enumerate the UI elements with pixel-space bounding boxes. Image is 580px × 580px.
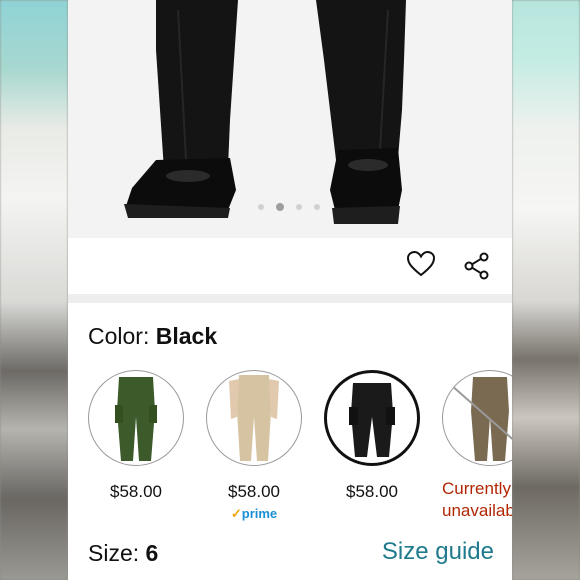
gallery-dot-active[interactable] bbox=[276, 203, 284, 211]
prime-check-icon: ✓ bbox=[230, 506, 242, 521]
product-action-bar bbox=[68, 238, 512, 294]
gallery-dot[interactable] bbox=[314, 204, 320, 210]
swatch-price: $58.00 bbox=[110, 482, 162, 501]
unavailable-line-1: Currently bbox=[442, 479, 511, 498]
swatch-price: $58.00 bbox=[346, 482, 398, 501]
gallery-dot[interactable] bbox=[296, 204, 302, 210]
color-label-text: Color: bbox=[88, 323, 150, 349]
unavailable-line-2: unavailable bbox=[442, 501, 512, 520]
swatch-image-khaki bbox=[206, 370, 302, 466]
background-left-panel bbox=[0, 0, 68, 580]
product-page: Color: Black $58.00 $58.00 ✓prime $58.00… bbox=[68, 0, 512, 580]
swatch-image-brown bbox=[442, 370, 512, 466]
background-right-panel bbox=[512, 0, 580, 580]
prime-badge: ✓prime bbox=[206, 506, 302, 522]
color-label: Color: Black bbox=[88, 323, 217, 350]
heart-icon bbox=[406, 250, 436, 277]
gallery-pagination bbox=[258, 203, 320, 211]
product-image-gallery[interactable] bbox=[68, 0, 512, 238]
color-swatch-brown[interactable]: Currently unavailable bbox=[442, 370, 512, 522]
color-swatch-green[interactable]: $58.00 bbox=[88, 370, 184, 502]
size-guide-link[interactable]: Size guide bbox=[382, 538, 494, 566]
swatch-image-green bbox=[88, 370, 184, 466]
size-label: Size: 6 bbox=[88, 540, 158, 567]
swatch-image-black bbox=[324, 370, 420, 466]
color-swatch-khaki[interactable]: $58.00 ✓prime bbox=[206, 370, 302, 522]
swatch-price: $58.00 bbox=[228, 482, 280, 501]
color-swatch-list: $58.00 $58.00 ✓prime $58.00 Currently un… bbox=[88, 370, 512, 530]
selected-color-value: Black bbox=[155, 323, 218, 349]
share-button[interactable] bbox=[459, 248, 495, 284]
size-label-text: Size: bbox=[88, 540, 140, 566]
gallery-dot[interactable] bbox=[258, 204, 264, 210]
share-icon bbox=[464, 252, 489, 280]
prime-label: prime bbox=[241, 506, 278, 521]
section-divider bbox=[68, 294, 512, 303]
color-swatch-black[interactable]: $58.00 bbox=[324, 370, 420, 502]
unavailable-text: Currently unavailable bbox=[442, 478, 512, 522]
wishlist-button[interactable] bbox=[403, 246, 439, 282]
selected-size-value: 6 bbox=[145, 540, 159, 566]
